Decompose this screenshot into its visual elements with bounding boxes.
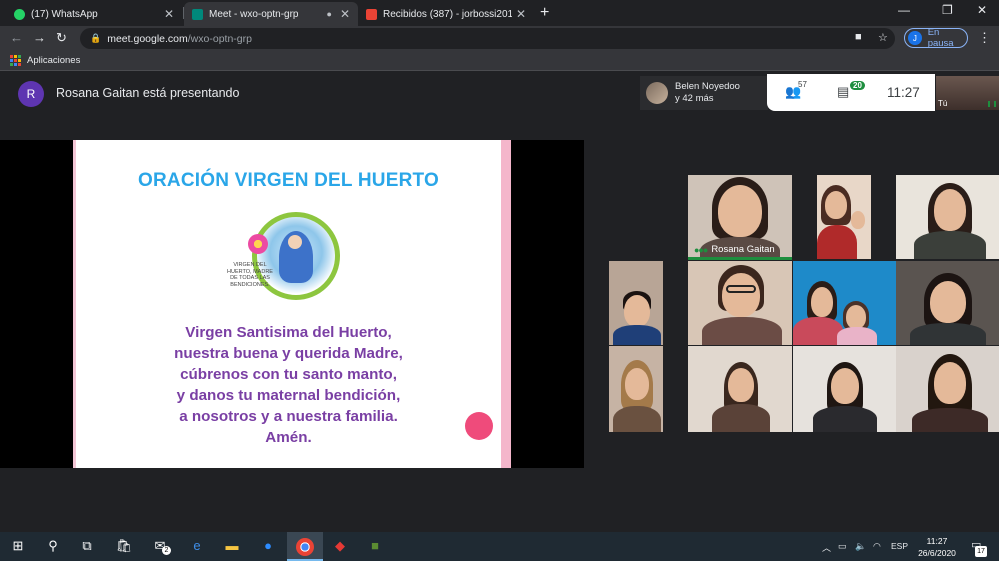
battery-icon[interactable]: ▭ [838, 541, 847, 552]
window-close-button[interactable]: ✕ [977, 3, 987, 17]
minecraft-icon[interactable]: ■ [366, 538, 384, 553]
participant-tile[interactable] [793, 261, 896, 345]
presenter-banner: Rosana Gaitan está presentando [56, 86, 240, 100]
close-icon[interactable]: ✕ [516, 7, 526, 21]
close-icon[interactable]: ✕ [340, 7, 350, 21]
address-bar[interactable]: 🔒 meet.google.com/wxo-optn-grp [80, 28, 895, 49]
tab-whatsapp[interactable]: (17) WhatsApp ✕ [6, 2, 182, 26]
flower-decoration [248, 234, 268, 254]
edge-icon[interactable]: e [188, 538, 206, 553]
task-view-icon[interactable]: ⧉ [78, 538, 96, 554]
menu-icon[interactable]: ⋮ [978, 30, 991, 46]
pink-dot-decoration [465, 412, 493, 440]
language-indicator[interactable]: ESP [891, 541, 908, 551]
speaking-indicator-icon: ●●● [694, 244, 708, 255]
bookmark-apps[interactable]: Aplicaciones [10, 55, 80, 66]
whatsapp-icon [14, 8, 25, 20]
participant-tile[interactable] [896, 261, 999, 345]
participant-tile[interactable] [609, 346, 663, 432]
mail-badge: 2 [162, 546, 171, 555]
browser-tab-strip: (17) WhatsApp ✕ Meet - wxo-optn-grp ● ✕ … [0, 0, 999, 26]
chevron-up-icon[interactable]: ︿ [822, 541, 831, 554]
star-icon[interactable]: ☆ [878, 31, 888, 44]
apps-grid-icon [10, 55, 21, 66]
presentation-slide: ORACIÓN VIRGEN DEL HUERTO VIRGEN DEL HUE… [73, 140, 511, 468]
meet-area: R Rosana Gaitan está presentando Belen N… [0, 72, 999, 532]
participant-tile[interactable] [688, 346, 792, 432]
lock-icon: 🔒 [90, 33, 102, 43]
avatar [646, 82, 668, 104]
back-button[interactable]: ← [10, 30, 23, 45]
windows-start-icon[interactable]: ⊞ [9, 538, 27, 554]
bookmarks-bar: Aplicaciones [0, 51, 999, 71]
participant-tile[interactable] [896, 175, 999, 259]
notification-badge: 17 [975, 546, 987, 557]
reload-button[interactable]: ↻ [56, 30, 67, 46]
image-caption: VIRGEN DEL HUERTO, MADRE DE TODAS LAS BE… [227, 262, 273, 288]
new-tab-button[interactable]: + [540, 4, 549, 22]
gmail-icon [366, 8, 377, 20]
restore-button[interactable]: ❐ [942, 3, 953, 17]
chat-button[interactable]: ▤ 20 [837, 81, 865, 100]
chrome-icon [296, 538, 314, 556]
meeting-clock: 11:27 [887, 85, 920, 100]
close-icon[interactable]: ✕ [164, 7, 174, 21]
camera-icon[interactable]: ■ [855, 31, 862, 43]
participant-tile-rosana[interactable]: ●●● Rosana Gaitan [688, 175, 792, 259]
active-speaker-bar [688, 257, 792, 260]
participants-button[interactable]: 👥 57 [785, 80, 807, 100]
wifi-icon[interactable]: ◠ [873, 541, 881, 552]
windows-taskbar: ⊞ ⚲ ⧉ 🛍 ✉ 2 e ▬ ● ◆ ■ ︿ ▭ 🔈 ◠ ESP 11:27 … [0, 532, 999, 561]
meet-icon [192, 8, 203, 20]
recording-dot-icon: ● [326, 9, 332, 19]
active-speakers-panel[interactable]: Belen Noyedoo y 42 más [640, 76, 768, 110]
tab-gmail[interactable]: Recibidos (387) - jorbossi2014@ ✕ [358, 2, 534, 26]
self-view-tile[interactable]: Tú [936, 76, 999, 110]
store-icon[interactable]: 🛍 [115, 538, 133, 554]
participant-tile[interactable] [688, 261, 792, 345]
screen: (17) WhatsApp ✕ Meet - wxo-optn-grp ● ✕ … [0, 0, 999, 561]
meeting-info-bar: 👥 57 ▤ 20 11:27 [767, 74, 935, 111]
presenter-avatar: R [18, 81, 44, 107]
search-icon[interactable]: ⚲ [44, 538, 62, 554]
presentation-area: ORACIÓN VIRGEN DEL HUERTO VIRGEN DEL HUE… [0, 140, 584, 468]
volume-icon[interactable]: 🔈 [855, 541, 866, 552]
participant-tile[interactable] [896, 346, 999, 432]
avatar: J [908, 31, 922, 45]
zoom-icon[interactable]: ● [259, 538, 277, 553]
browser-toolbar: ← → ↻ 🔒 meet.google.com/wxo-optn-grp ■ ☆… [0, 26, 999, 51]
file-explorer-icon[interactable]: ▬ [223, 538, 241, 553]
taskbar-clock[interactable]: 11:27 26/6/2020 [912, 535, 962, 559]
roblox-icon[interactable]: ◆ [331, 538, 349, 554]
forward-button[interactable]: → [33, 30, 46, 45]
profile-button[interactable]: J En pausa [904, 27, 968, 49]
participant-tile[interactable] [793, 346, 896, 432]
prayer-text: Virgen Santisima del Huerto, nuestra bue… [174, 324, 403, 446]
participant-tile[interactable] [817, 175, 871, 259]
slide-title: ORACIÓN VIRGEN DEL HUERTO [138, 170, 439, 191]
minimize-button[interactable]: — [898, 3, 910, 17]
chat-icon: ▤ [837, 84, 850, 99]
audio-level-icon [988, 101, 996, 107]
tab-meet[interactable]: Meet - wxo-optn-grp ● ✕ [184, 2, 358, 26]
participant-tile[interactable] [609, 261, 663, 345]
